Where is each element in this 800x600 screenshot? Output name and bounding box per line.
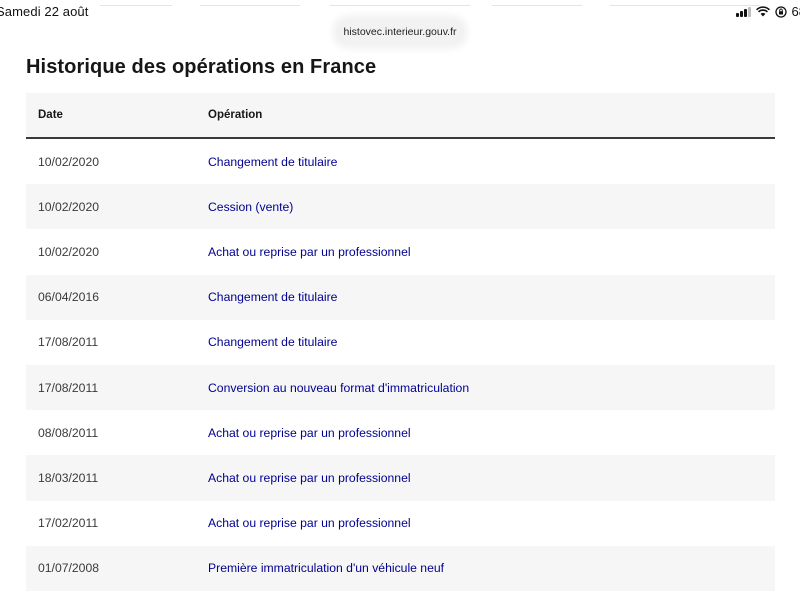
row-date: 08/08/2011: [38, 425, 99, 440]
table-row: 18/03/2011 Achat ou reprise par un profe…: [26, 455, 775, 501]
row-date: 10/02/2020: [38, 244, 99, 259]
row-operation: Première immatriculation d'un véhicule n…: [208, 561, 445, 576]
table-header: Date Opération: [26, 93, 775, 139]
status-indicators: 68: [735, 4, 800, 19]
header-date: Date: [38, 109, 63, 121]
table-row: 17/08/2011 Conversion au nouveau format …: [26, 364, 775, 411]
row-operation: Achat ou reprise par un professionnel: [208, 244, 411, 259]
row-date: 18/03/2011: [38, 470, 99, 485]
row-operation: Cession (vente): [208, 199, 294, 214]
row-operation: Achat ou reprise par un professionnel: [208, 470, 411, 485]
row-date: 10/02/2020: [38, 154, 99, 169]
battery-percentage: 68: [791, 4, 800, 19]
table-row: 10/02/2020 Changement de titulaire: [26, 139, 775, 184]
wifi-icon: [755, 6, 770, 17]
table-row: 10/02/2020 Achat ou reprise par un profe…: [26, 229, 775, 274]
row-operation: Changement de titulaire: [208, 335, 338, 350]
page-title: Historique des opérations en France: [26, 56, 377, 78]
row-operation: Changement de titulaire: [208, 290, 338, 305]
row-operation: Changement de titulaire: [208, 154, 338, 169]
row-date: 17/08/2011: [38, 335, 99, 350]
row-date: 06/04/2016: [38, 290, 99, 305]
row-date: 17/02/2011: [38, 516, 99, 531]
table-row: 17/02/2011 Achat ou reprise par un profe…: [26, 501, 775, 546]
operations-table: Date Opération 10/02/2020 Changement de …: [26, 93, 775, 591]
table-row: 06/04/2016 Changement de titulaire: [26, 274, 775, 320]
row-date: 01/07/2008: [38, 561, 99, 576]
table-row: 10/02/2020 Cession (vente): [26, 184, 775, 230]
header-operation: Opération: [208, 109, 263, 121]
table-row: 17/08/2011 Changement de titulaire: [26, 320, 775, 365]
status-date: Samedi 22 août: [0, 4, 89, 19]
row-operation: Conversion au nouveau format d'immatricu…: [208, 380, 470, 395]
row-operation: Achat ou reprise par un professionnel: [208, 425, 411, 440]
rotation-lock-icon: [774, 5, 787, 18]
row-date: 10/02/2020: [38, 199, 99, 214]
row-date: 17/08/2011: [38, 380, 99, 395]
address-bar[interactable]: histovec.interieur.gouv.fr: [336, 19, 464, 45]
cellular-signal-icon: [735, 6, 751, 17]
browser-tabs-strip: [0, 0, 800, 8]
table-row: 08/08/2011 Achat ou reprise par un profe…: [26, 410, 775, 455]
table-body: 10/02/2020 Changement de titulaire 10/02…: [26, 139, 775, 591]
url-text: histovec.interieur.gouv.fr: [343, 26, 457, 38]
table-row: 01/07/2008 Première immatriculation d'un…: [26, 545, 775, 591]
row-operation: Achat ou reprise par un professionnel: [208, 516, 411, 531]
